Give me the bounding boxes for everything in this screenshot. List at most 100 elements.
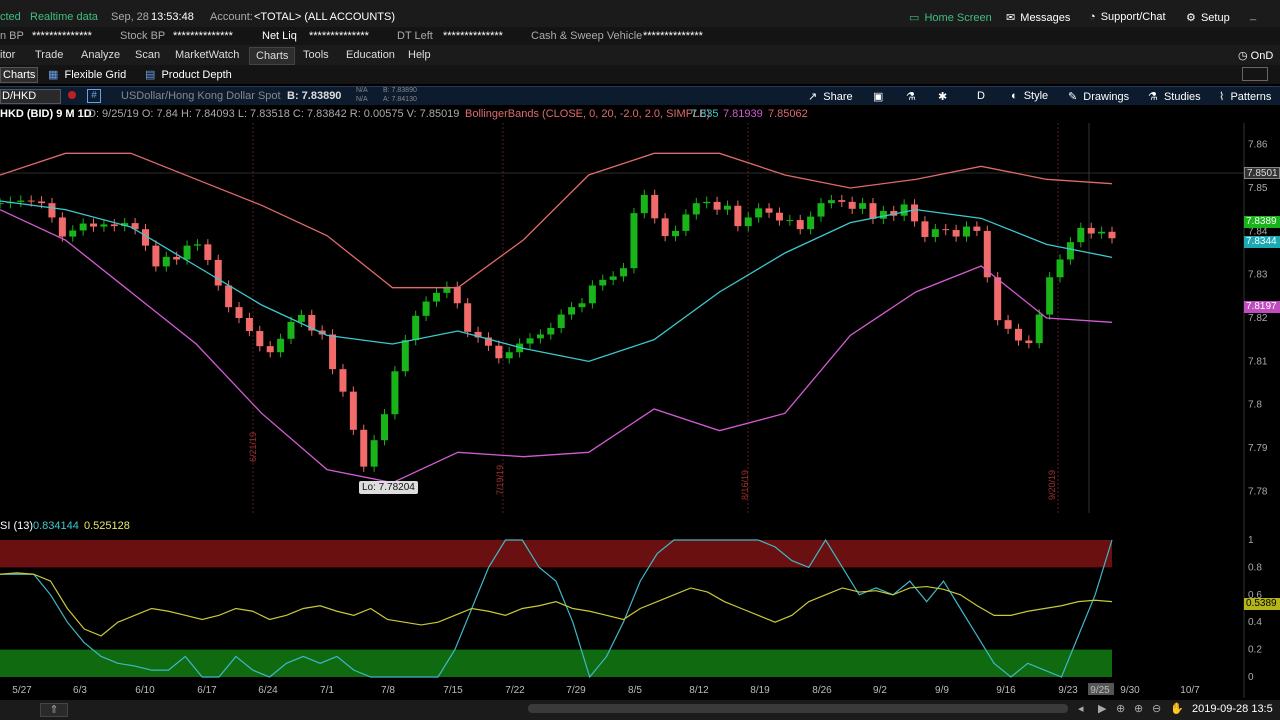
charts-subtab[interactable]: Charts: [0, 67, 39, 83]
menu-analyze[interactable]: Analyze: [75, 47, 126, 63]
chart-header: D/HKD # USDollar/Hong Kong Dollar Spot B…: [0, 86, 1280, 105]
play-icon[interactable]: ▶: [1098, 702, 1106, 715]
horizontal-scrollbar[interactable]: [528, 704, 1068, 713]
candle-body: [630, 213, 638, 269]
drawings-button[interactable]: ✎ Drawings: [1068, 90, 1129, 103]
candle-body: [651, 194, 659, 219]
x-tick-label: 7/8: [381, 685, 395, 696]
candle-body: [620, 268, 628, 277]
crosshair-icon[interactable]: ⊕: [1116, 702, 1125, 715]
candle-body: [973, 226, 981, 231]
candle-body: [1087, 227, 1095, 234]
setup-button[interactable]: ⚙ Setup: [1186, 11, 1230, 24]
candle-body: [755, 208, 763, 218]
menu-marketwatch[interactable]: MarketWatch: [169, 47, 245, 63]
collapse-icon[interactable]: ⇑: [40, 703, 68, 717]
candle-body: [952, 230, 960, 237]
candle-body: [381, 414, 389, 441]
ondemand-button[interactable]: ◷ OnD: [1238, 49, 1273, 62]
envelope-icon: ✉: [1006, 12, 1016, 24]
account-select[interactable]: <TOTAL> (ALL ACCOUNTS): [254, 11, 395, 23]
minimize-icon[interactable]: _: [1250, 9, 1256, 21]
osc-tick-label: 0.8: [1248, 562, 1262, 573]
style-button[interactable]: ◐ Style: [1011, 90, 1048, 102]
candle-body: [495, 345, 503, 359]
lower-study-title: SI (13): [0, 520, 34, 532]
layout-icon[interactable]: [1242, 67, 1268, 81]
y-tick-label: 7.81: [1248, 356, 1268, 367]
hash-icon[interactable]: #: [87, 89, 101, 103]
candle-body: [526, 338, 534, 344]
candle-body: [661, 218, 669, 237]
candle-body: [879, 210, 887, 219]
candle-body: [48, 203, 56, 218]
support-chat-button[interactable]: ◔ Support/Chat: [1089, 11, 1166, 23]
aggregation-select[interactable]: D: [977, 90, 985, 102]
style-icon: ◐: [1011, 90, 1018, 102]
messages-button[interactable]: ✉ Messages: [1006, 11, 1070, 24]
candle-body: [557, 314, 565, 328]
x-tick-label: 7/15: [443, 685, 463, 696]
candle-body: [422, 301, 430, 316]
studies-button[interactable]: ⚗ Studies: [1148, 90, 1201, 103]
candle-body: [256, 331, 264, 347]
pencil-icon: ✎: [1068, 91, 1078, 103]
candle-body: [931, 229, 939, 237]
snapshot-icon[interactable]: ▣: [873, 90, 883, 103]
product-depth-button[interactable]: ▤ Product Depth: [145, 68, 232, 81]
menu-tools[interactable]: Tools: [297, 47, 335, 63]
low-marker: Lo: 7.78204: [359, 481, 418, 494]
candle-body: [775, 212, 783, 221]
x-tick-label: 7/22: [505, 685, 525, 696]
menu-trade[interactable]: Trade: [29, 47, 69, 63]
x-tick-label: 8/12: [689, 685, 709, 696]
candle-body: [588, 285, 596, 304]
settings-icon[interactable]: ✱: [938, 90, 947, 103]
menu-help[interactable]: Help: [402, 47, 437, 63]
alert-icon[interactable]: [68, 91, 76, 99]
na-1: N/A: [356, 87, 368, 94]
osc-tick-label: 1: [1248, 535, 1254, 546]
menu-education[interactable]: Education: [340, 47, 401, 63]
zoom-out-icon[interactable]: ⊖: [1152, 702, 1161, 715]
x-tick-label: 9/23: [1058, 685, 1078, 696]
candle-body: [963, 226, 971, 237]
osc-tick-label: 0.2: [1248, 645, 1262, 656]
candle-body: [578, 303, 586, 308]
flexible-grid-button[interactable]: ▦ Flexible Grid: [48, 68, 126, 81]
candle-body: [17, 200, 25, 202]
candle-body: [204, 244, 212, 260]
cash-sweep-value: **************: [643, 30, 703, 42]
time-label: 13:53:48: [151, 11, 194, 23]
symbol-input[interactable]: D/HKD: [0, 89, 61, 104]
x-tick-label: 9/30: [1120, 685, 1140, 696]
price-chart[interactable]: 7.867.857.847.837.827.817.87.797.78 10.8…: [0, 108, 1280, 698]
share-button[interactable]: ↗ Share: [808, 90, 853, 103]
flask-icon[interactable]: ⚗: [906, 90, 916, 103]
candle-body: [900, 204, 908, 216]
candle-body: [921, 221, 929, 237]
candle-body: [682, 214, 690, 231]
candle-body: [277, 338, 285, 353]
candle-body: [994, 277, 1002, 321]
candle-body: [110, 224, 118, 227]
menu-scan[interactable]: Scan: [129, 47, 166, 63]
price-box-osc: 0.5389: [1244, 598, 1280, 610]
x-tick-label: 6/10: [135, 685, 155, 696]
net-liq-value: **************: [309, 30, 369, 42]
zoom-in-icon[interactable]: ⊕: [1134, 702, 1143, 715]
candle-body: [942, 229, 950, 231]
headset-icon: ◔: [1089, 11, 1096, 23]
candle-body: [69, 230, 77, 237]
menu-monitor[interactable]: itor: [0, 47, 21, 63]
menu-charts[interactable]: Charts: [249, 47, 296, 65]
candle-body: [796, 220, 804, 230]
patterns-button[interactable]: ⌇ Patterns: [1219, 90, 1271, 103]
candle-body: [100, 224, 108, 227]
home-screen-button[interactable]: ▭ Home Screen: [909, 11, 992, 24]
candle-body: [401, 340, 409, 372]
hand-icon[interactable]: ✋: [1170, 702, 1184, 715]
candle-body: [297, 314, 305, 322]
scroll-left-icon[interactable]: ◂: [1078, 702, 1084, 715]
y-tick-label: 7.79: [1248, 443, 1268, 454]
